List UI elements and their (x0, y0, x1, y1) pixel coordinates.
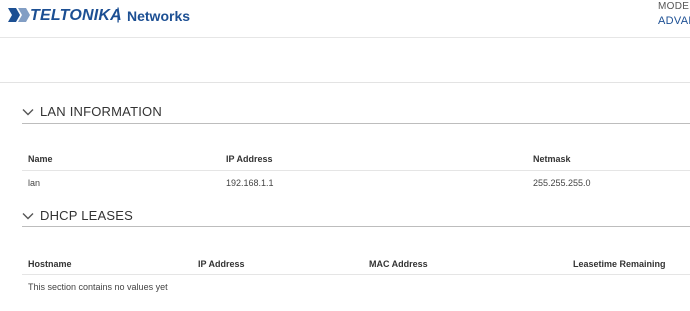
lan-col-netmask: Netmask (533, 154, 571, 164)
lan-row-netmask: 255.255.255.0 (533, 178, 591, 188)
lan-row-name: lan (28, 178, 41, 188)
top-header: TELTONIKA | Networks MODE ADVANCED (0, 0, 690, 38)
lan-row-ip: 192.168.1.1 (226, 178, 274, 188)
dhcp-col-hostname: Hostname (28, 259, 72, 269)
brand-separator: | (116, 6, 121, 23)
brand-subtitle: Networks (127, 8, 191, 24)
content-divider (0, 82, 690, 83)
dhcp-section-header[interactable]: DHCP LEASES (22, 208, 133, 223)
lan-section-header[interactable]: LAN INFORMATION (22, 104, 162, 119)
lan-header-separator (22, 170, 690, 171)
dhcp-col-mac: MAC Address (369, 259, 428, 269)
dhcp-empty-message: This section contains no values yet (28, 282, 168, 292)
brand-name[interactable]: TELTONIKA (30, 7, 122, 25)
dhcp-section-underline (22, 226, 690, 227)
dhcp-col-ip: IP Address (198, 259, 245, 269)
mode-value-link[interactable]: ADVANCED (658, 15, 690, 27)
mode-label: MODE (658, 1, 690, 12)
chevron-down-icon[interactable] (22, 108, 34, 116)
lan-section-underline (22, 123, 690, 124)
lan-col-ip: IP Address (226, 154, 273, 164)
chevron-down-icon[interactable] (22, 212, 34, 220)
lan-section-title: LAN INFORMATION (40, 104, 162, 119)
dhcp-col-leasetime: Leasetime Remaining (573, 259, 666, 269)
lan-col-name: Name (28, 154, 53, 164)
dhcp-section-title: DHCP LEASES (40, 208, 133, 223)
dhcp-header-separator (22, 274, 690, 275)
teltonika-logo-icon (8, 8, 30, 22)
